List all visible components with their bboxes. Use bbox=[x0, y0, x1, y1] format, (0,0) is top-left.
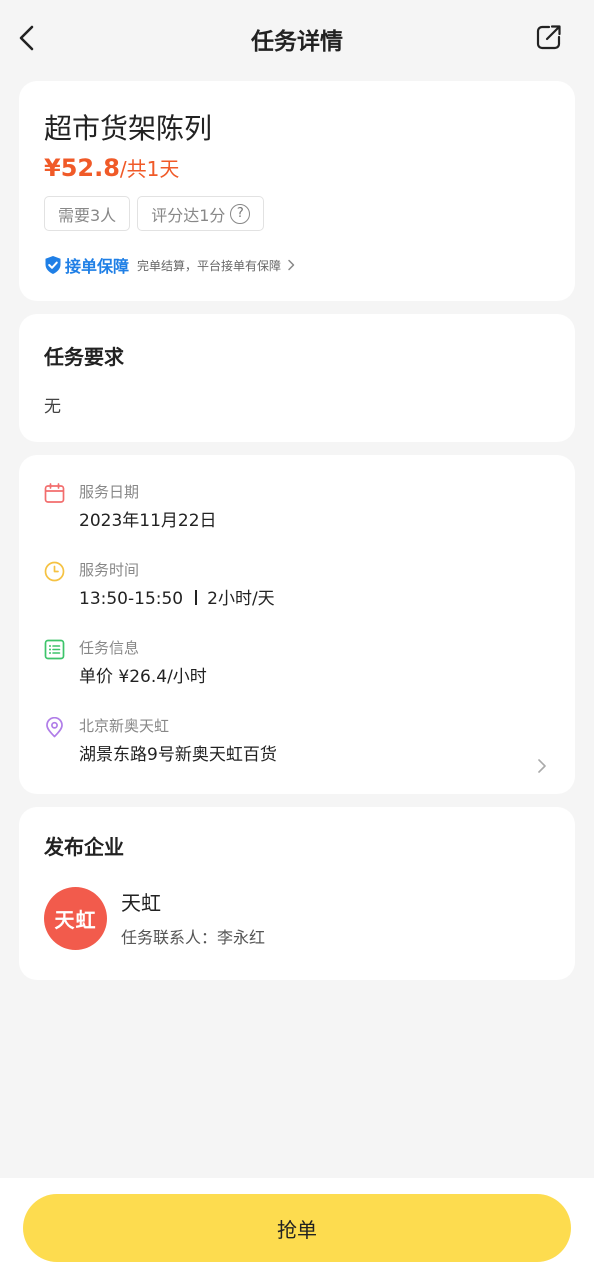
service-date-row: 服务日期 2023年11月22日 bbox=[44, 482, 550, 560]
task-info-value: 单价 ¥26.4/小时 bbox=[79, 667, 207, 687]
task-info-label: 任务信息 bbox=[79, 639, 140, 657]
tag-label: 需要3人 bbox=[58, 205, 117, 225]
bottom-action-bar: 抢单 bbox=[0, 1178, 594, 1280]
service-time-row: 服务时间 13:50-15:50 2小时/天 bbox=[44, 560, 550, 638]
service-time-label: 服务时间 bbox=[79, 561, 140, 579]
tag-list: 需要3人 评分达1分 ? bbox=[44, 196, 550, 231]
service-date-value: 2023年11月22日 bbox=[79, 511, 217, 531]
location-pin-icon bbox=[46, 717, 63, 738]
location-name: 北京新奥天虹 bbox=[79, 717, 170, 735]
service-time-value: 13:50-15:50 2小时/天 bbox=[79, 588, 550, 610]
guarantee-title: 接单保障 bbox=[65, 257, 130, 276]
task-name: 超市货架陈列 bbox=[44, 112, 213, 145]
top-bar: 任务详情 bbox=[0, 0, 594, 78]
task-info-row: 任务信息 单价 ¥26.4/小时 bbox=[44, 638, 550, 716]
company-text: 天虹 任务联系人：李永红 bbox=[121, 890, 265, 948]
divider bbox=[195, 590, 198, 605]
chevron-right-icon bbox=[288, 259, 295, 271]
shield-check-icon bbox=[45, 256, 61, 274]
company-logo: 天虹 bbox=[44, 887, 107, 950]
task-price: ¥52.8/共1天 bbox=[44, 153, 550, 184]
calendar-icon bbox=[44, 483, 65, 503]
page-title: 任务详情 bbox=[251, 29, 343, 55]
service-details-card: 服务日期 2023年11月22日 服务时间 13:50-15:50 2小时/天 任… bbox=[19, 455, 575, 794]
price-suffix: /共1天 bbox=[119, 157, 180, 181]
chevron-right-icon[interactable] bbox=[537, 758, 547, 774]
location-row[interactable]: 北京新奥天虹 湖景东路9号新奥天虹百货 bbox=[44, 716, 550, 794]
company-name: 天虹 bbox=[121, 890, 161, 915]
share-icon[interactable] bbox=[534, 22, 564, 52]
task-summary-card: 超市货架陈列 ¥52.8/共1天 需要3人 评分达1分 ? 接单保障 完单结算，… bbox=[19, 81, 575, 301]
tag-rating[interactable]: 评分达1分 ? bbox=[137, 196, 265, 231]
tag-label: 评分达1分 bbox=[151, 205, 226, 225]
list-icon bbox=[44, 639, 65, 660]
section-title-requirements: 任务要求 bbox=[44, 345, 124, 369]
clock-icon bbox=[44, 561, 65, 582]
price-amount: ¥52.8 bbox=[44, 154, 120, 182]
service-date-label: 服务日期 bbox=[79, 483, 140, 501]
section-title-company: 发布企业 bbox=[44, 835, 124, 859]
grab-order-button[interactable]: 抢单 bbox=[23, 1194, 571, 1262]
time-duration: 2小时/天 bbox=[207, 589, 275, 609]
location-address: 湖景东路9号新奥天虹百货 bbox=[79, 745, 277, 765]
help-icon[interactable]: ? bbox=[230, 203, 251, 224]
company-contact: 任务联系人：李永红 bbox=[121, 927, 266, 947]
guarantee-link[interactable]: 接单保障 完单结算，平台接单有保障 bbox=[44, 253, 550, 277]
requirements-text: 无 bbox=[44, 397, 61, 417]
guarantee-desc: 完单结算，平台接单有保障 bbox=[137, 258, 282, 273]
time-range: 13:50-15:50 bbox=[79, 589, 184, 609]
company-card: 发布企业 天虹 天虹 任务联系人：李永红 bbox=[19, 807, 575, 980]
requirements-card: 任务要求 无 bbox=[19, 314, 575, 442]
tag-headcount: 需要3人 bbox=[44, 196, 131, 231]
company-info[interactable]: 天虹 天虹 任务联系人：李永红 bbox=[44, 887, 550, 950]
back-arrow-icon[interactable] bbox=[14, 22, 42, 54]
